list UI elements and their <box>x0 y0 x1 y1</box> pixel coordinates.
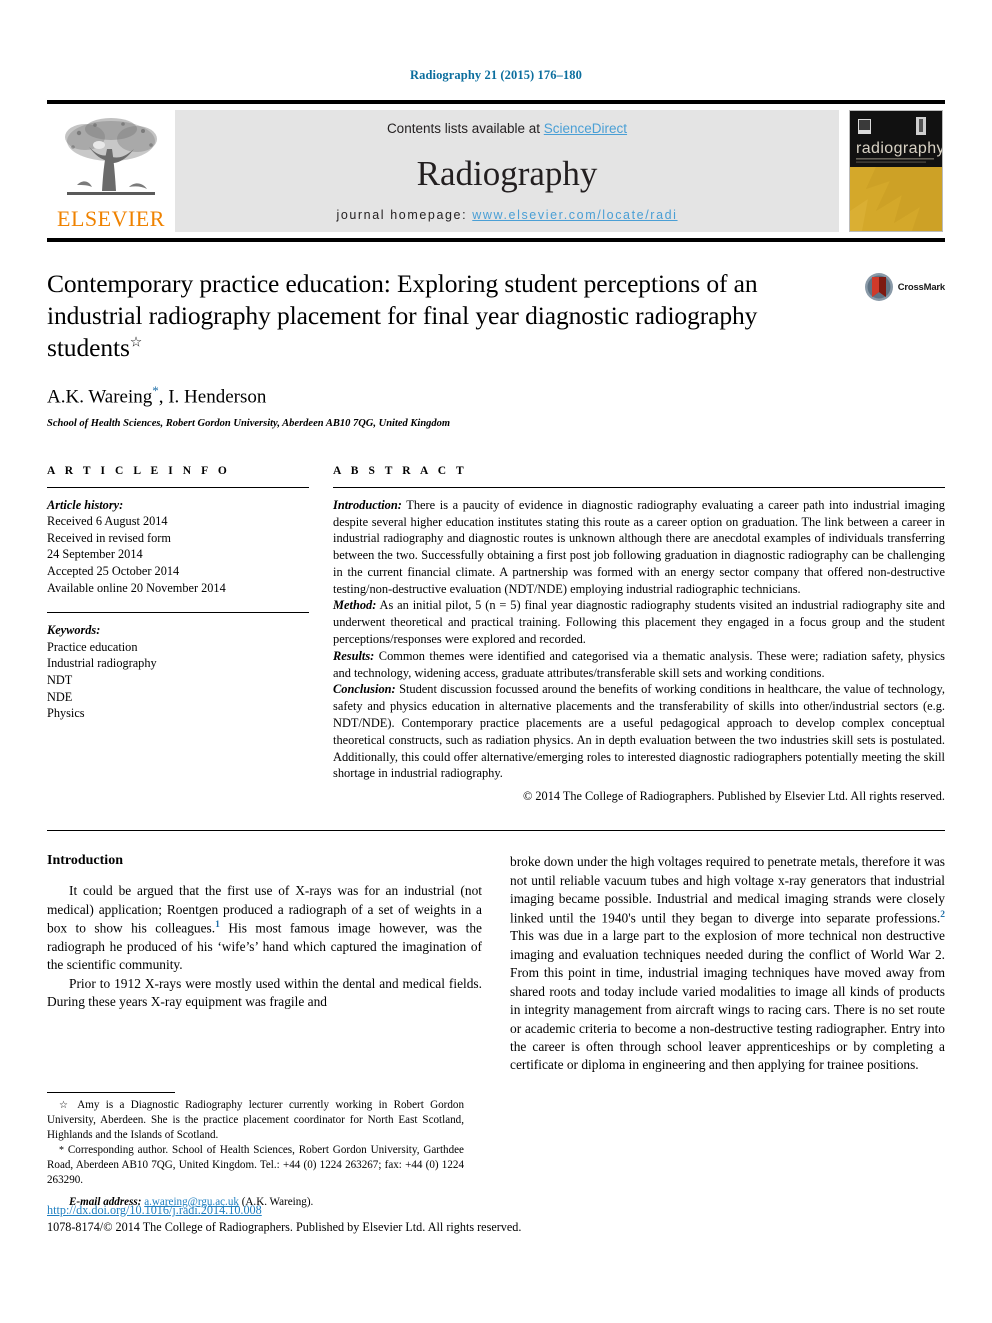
author-primary: A.K. Wareing <box>47 386 153 408</box>
abstract-rule <box>333 486 945 488</box>
footnotes-region: ☆ Amy is a Diagnostic Radiography lectur… <box>47 1092 464 1210</box>
journal-homepage-line: journal homepage: www.elsevier.com/locat… <box>336 208 677 222</box>
article-title-text: Contemporary practice education: Explori… <box>47 269 758 363</box>
article-info-column: A R T I C L E I N F O Article history: R… <box>47 465 333 805</box>
footnote-star: ☆ Amy is a Diagnostic Radiography lectur… <box>47 1098 464 1142</box>
body-text: This was due in a large part to the expl… <box>510 928 945 1073</box>
history-item: Received in revised form <box>47 530 171 545</box>
abstract-method-label: Method: <box>333 598 377 613</box>
body-column-left: Introduction It could be argued that the… <box>47 853 482 1075</box>
abstract-results-label: Results: <box>333 648 375 663</box>
body-paragraph: broke down under the high voltages requi… <box>510 853 945 1075</box>
history-item: Received 6 August 2014 <box>47 514 168 529</box>
abstract-conclusion-label: Conclusion: <box>333 682 396 697</box>
author-secondary: , I. Henderson <box>158 386 267 408</box>
article-page: Radiography 21 (2015) 176–180 ELSEVIER C… <box>0 0 992 1323</box>
elsevier-tree-icon <box>65 118 157 195</box>
keyword-item: Physics <box>47 706 85 721</box>
article-history-group: Article history: Received 6 August 2014 … <box>47 497 309 597</box>
abstract-method: Method: As an initial pilot, 5 (n = 5) f… <box>333 597 945 647</box>
homepage-label: journal homepage: <box>336 208 473 222</box>
keywords-rule <box>47 612 309 614</box>
history-item: 24 September 2014 <box>47 547 143 562</box>
abstract-method-text: As an initial pilot, 5 (n = 5) final yea… <box>333 598 945 647</box>
footnote-corresponding: * Corresponding author. School of Health… <box>47 1143 464 1187</box>
article-history-label: Article history: <box>47 497 124 512</box>
body-text: broke down under the high voltages requi… <box>510 854 945 925</box>
keywords-label: Keywords: <box>47 623 101 638</box>
article-info-heading: A R T I C L E I N F O <box>47 464 231 477</box>
svg-text:radiography: radiography <box>856 140 943 157</box>
history-item: Accepted 25 October 2014 <box>47 564 180 579</box>
author-list: A.K. Wareing*, I. Henderson <box>47 383 835 408</box>
journal-cover: radiography <box>847 110 945 232</box>
abstract-copyright: © 2014 The College of Radiographers. Pub… <box>522 789 945 804</box>
footnote-separator <box>47 1092 175 1093</box>
contents-band: Contents lists available at ScienceDirec… <box>175 110 839 232</box>
keyword-item: Industrial radiography <box>47 656 157 671</box>
abstract-introduction-label: Introduction: <box>333 497 402 512</box>
affiliation: School of Health Sciences, Robert Gordon… <box>47 417 451 429</box>
keywords-group: Keywords: Practice education Industrial … <box>47 622 309 722</box>
page-title: Contemporary practice education: Explori… <box>47 268 835 364</box>
elsevier-logo: ELSEVIER <box>47 110 175 232</box>
body-paragraph: It could be argued that the first use of… <box>47 882 482 975</box>
reference-marker[interactable]: 2 <box>940 910 945 920</box>
info-abstract-region: A R T I C L E I N F O Article history: R… <box>47 465 945 805</box>
abstract-results: Results: Common themes were identified a… <box>333 648 945 682</box>
journal-masthead: ELSEVIER Contents lists available at Sci… <box>47 100 945 242</box>
title-block: Contemporary practice education: Explori… <box>47 268 945 429</box>
title-footnote-marker: ☆ <box>129 335 143 351</box>
footnote-star-text: Amy is a Diagnostic Radiography lecturer… <box>47 1099 464 1141</box>
abstract-conclusion: Conclusion: Student discussion focussed … <box>333 681 945 782</box>
contents-lists-text: Contents lists available at <box>386 121 544 136</box>
doi-link[interactable]: http://dx.doi.org/10.1016/j.radi.2014.10… <box>47 1203 945 1219</box>
journal-cover-image: radiography <box>849 110 943 232</box>
crossmark-icon <box>864 273 893 301</box>
abstract-introduction-text: There is a paucity of evidence in diagno… <box>333 497 945 596</box>
keyword-item: Practice education <box>47 639 138 654</box>
sciencedirect-link[interactable]: ScienceDirect <box>544 121 627 136</box>
contents-lists-line: Contents lists available at ScienceDirec… <box>387 121 627 136</box>
body-columns: Introduction It could be argued that the… <box>47 853 945 1075</box>
introduction-heading: Introduction <box>47 853 123 869</box>
issn-copyright: 1078-8174/© 2014 The College of Radiogra… <box>47 1219 522 1234</box>
crossmark-label: CrossMark <box>897 281 946 293</box>
abstract-heading: A B S T R A C T <box>333 464 468 477</box>
abstract-results-text: Common themes were identified and catego… <box>333 648 945 680</box>
abstract-conclusion-text: Student discussion focussed around the b… <box>333 682 945 781</box>
journal-homepage-link[interactable]: www.elsevier.com/locate/radi <box>472 208 677 222</box>
elsevier-wordmark: ELSEVIER <box>57 206 165 231</box>
abstract-column: A B S T R A C T Introduction: There is a… <box>333 465 945 805</box>
body-paragraph: Prior to 1912 X-rays were mostly used wi… <box>47 975 482 1010</box>
footnote-corresponding-text: Corresponding author. School of Health S… <box>47 1144 464 1186</box>
article-info-rule <box>47 486 309 488</box>
history-item: Available online 20 November 2014 <box>47 580 226 595</box>
page-footer: http://dx.doi.org/10.1016/j.radi.2014.10… <box>47 1203 945 1236</box>
body-column-right: broke down under the high voltages requi… <box>510 853 945 1075</box>
keyword-item: NDT <box>47 673 73 688</box>
journal-citation: Radiography 21 (2015) 176–180 <box>409 68 582 82</box>
keyword-item: NDE <box>47 689 73 704</box>
footnote-star-marker: ☆ <box>59 1100 72 1111</box>
body-divider-rule <box>47 830 945 832</box>
journal-title: Radiography <box>416 153 598 193</box>
abstract-body: Introduction: There is a paucity of evid… <box>333 497 945 783</box>
crossmark-badge[interactable]: CrossMark <box>835 268 945 302</box>
abstract-introduction: Introduction: There is a paucity of evid… <box>333 497 945 598</box>
